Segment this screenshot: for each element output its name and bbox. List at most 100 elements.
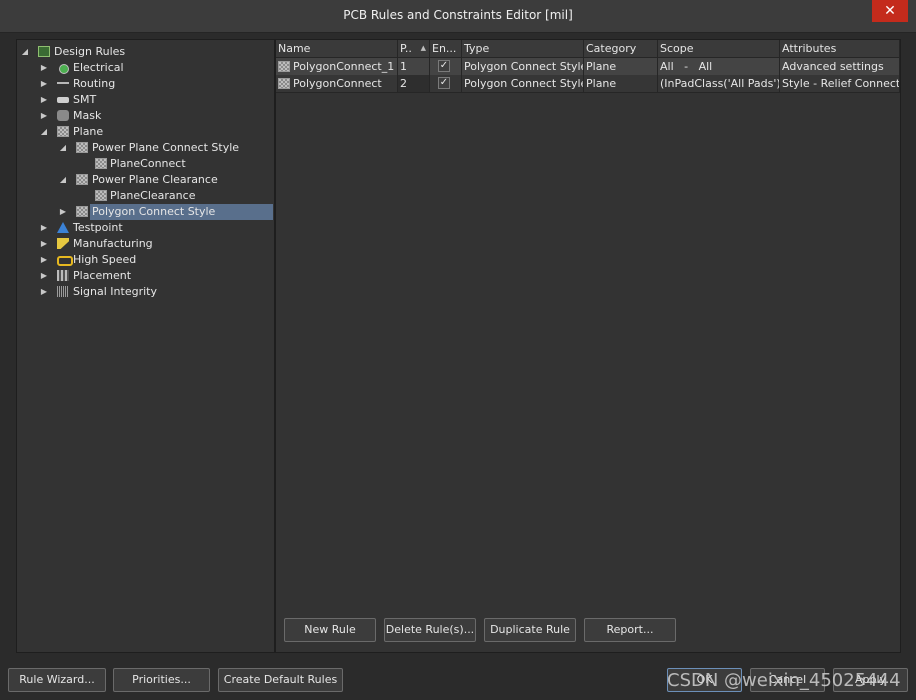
- signal-integrity-icon: [57, 286, 69, 297]
- rule-category-icon: [76, 206, 88, 217]
- cell-category[interactable]: Plane: [584, 58, 658, 75]
- collapse-icon[interactable]: ▶: [58, 204, 68, 220]
- rule-icon: [278, 78, 290, 89]
- cell-name[interactable]: PolygonConnect: [276, 75, 398, 92]
- tree-item-smt[interactable]: ▶ SMT: [17, 92, 267, 108]
- tree-item-planeconnect[interactable]: PlaneConnect: [17, 156, 267, 172]
- plane-icon: [57, 126, 69, 137]
- tree-item-design-rules[interactable]: ◢ Design Rules: [17, 44, 267, 60]
- rule-icon: [95, 158, 107, 169]
- column-header-category[interactable]: Category: [584, 40, 658, 57]
- window-title: PCB Rules and Constraints Editor [mil]: [343, 8, 573, 22]
- title-bar: PCB Rules and Constraints Editor [mil] ✕: [0, 0, 916, 33]
- column-header-type[interactable]: Type: [462, 40, 584, 57]
- expand-icon[interactable]: ◢: [58, 172, 68, 188]
- cell-scope[interactable]: (InPadClass('All Pads')): [658, 75, 780, 92]
- cell-type[interactable]: Polygon Connect Style: [462, 75, 584, 92]
- tree-item-electrical[interactable]: ▶ Electrical: [17, 60, 267, 76]
- report-button[interactable]: Report...: [584, 618, 676, 642]
- cell-priority[interactable]: 1: [398, 58, 430, 75]
- tree-item-label: Manufacturing: [73, 237, 153, 250]
- rule-name-text: PolygonConnect_1: [293, 60, 395, 73]
- rule-category-icon: [76, 142, 88, 153]
- rule-icon: [278, 61, 290, 72]
- rule-icon: [95, 190, 107, 201]
- cell-attributes[interactable]: Advanced settings: [780, 58, 900, 75]
- collapse-icon[interactable]: ▶: [39, 76, 49, 92]
- editor-body: ◢ Design Rules ▶ Electrical ▶ Routing ▶ …: [8, 36, 908, 658]
- tree-item-label: Signal Integrity: [73, 285, 157, 298]
- expand-icon[interactable]: ◢: [58, 140, 68, 156]
- tree-item-planeclearance[interactable]: PlaneClearance: [17, 188, 267, 204]
- collapse-icon[interactable]: ▶: [39, 252, 49, 268]
- rule-name-text: PolygonConnect: [293, 77, 382, 90]
- tree-item-testpoint[interactable]: ▶ Testpoint: [17, 220, 267, 236]
- column-header-scope[interactable]: Scope: [658, 40, 780, 57]
- collapse-icon[interactable]: ▶: [39, 60, 49, 76]
- collapse-icon[interactable]: ▶: [39, 236, 49, 252]
- tree-item-high-speed[interactable]: ▶ High Speed: [17, 252, 267, 268]
- duplicate-rule-button[interactable]: Duplicate Rule: [484, 618, 576, 642]
- cell-type[interactable]: Polygon Connect Style: [462, 58, 584, 75]
- collapse-icon[interactable]: ▶: [39, 92, 49, 108]
- tree-item-polygon-connect-style[interactable]: ▶ Polygon Connect Style: [17, 204, 274, 220]
- high-speed-icon: [57, 256, 73, 266]
- rule-wizard-button[interactable]: Rule Wizard...: [8, 668, 106, 692]
- tree-item-label: Testpoint: [73, 221, 123, 234]
- cell-enabled[interactable]: ✓: [430, 58, 462, 75]
- cell-enabled[interactable]: ✓: [430, 75, 462, 92]
- tree-item-plane[interactable]: ◢ Plane: [17, 124, 267, 140]
- tree-item-label: Routing: [73, 77, 116, 90]
- tree-item-label: Design Rules: [54, 45, 126, 58]
- electrical-icon: [59, 64, 69, 74]
- tree-item-power-plane-connect-style[interactable]: ◢ Power Plane Connect Style: [17, 140, 267, 156]
- rule-category-icon: [76, 174, 88, 185]
- table-row[interactable]: PolygonConnect_1 1 ✓ Polygon Connect Sty…: [276, 58, 900, 76]
- grid-header: Name P.. ▲ En... Type Category Scope Att…: [276, 40, 900, 58]
- enabled-checkbox[interactable]: ✓: [438, 77, 450, 89]
- rules-grid: Name P.. ▲ En... Type Category Scope Att…: [275, 39, 901, 653]
- create-default-rules-button[interactable]: Create Default Rules: [218, 668, 343, 692]
- watermark: CSDN @weixin_45025444: [667, 670, 901, 691]
- tree-item-label: Power Plane Connect Style: [92, 141, 240, 154]
- tree-item-placement[interactable]: ▶ Placement: [17, 268, 267, 284]
- tree-item-label: Power Plane Clearance: [92, 173, 218, 186]
- cell-scope[interactable]: All - All: [658, 58, 780, 75]
- placement-icon: [57, 270, 69, 281]
- tree-item-power-plane-clearance[interactable]: ◢ Power Plane Clearance: [17, 172, 267, 188]
- priorities-button[interactable]: Priorities...: [113, 668, 210, 692]
- cell-category[interactable]: Plane: [584, 75, 658, 92]
- close-icon: ✕: [884, 3, 896, 19]
- collapse-icon[interactable]: ▶: [39, 220, 49, 236]
- tree-item-label: Electrical: [73, 61, 124, 74]
- column-header-priority[interactable]: P.. ▲: [398, 40, 430, 57]
- enabled-checkbox[interactable]: ✓: [438, 60, 450, 72]
- expand-icon[interactable]: ◢: [20, 44, 30, 60]
- tree-item-label: Mask: [73, 109, 102, 122]
- close-button[interactable]: ✕: [872, 0, 908, 22]
- tree-item-label: High Speed: [73, 253, 137, 266]
- column-header-attributes[interactable]: Attributes: [780, 40, 900, 57]
- tree-item-manufacturing[interactable]: ▶ Manufacturing: [17, 236, 267, 252]
- cell-priority[interactable]: 2: [398, 75, 430, 92]
- tree-item-label: PlaneClearance: [110, 189, 196, 202]
- tree-item-mask[interactable]: ▶ Mask: [17, 108, 267, 124]
- collapse-icon[interactable]: ▶: [39, 108, 49, 124]
- mask-icon: [57, 110, 69, 121]
- rules-tree[interactable]: ◢ Design Rules ▶ Electrical ▶ Routing ▶ …: [16, 39, 275, 653]
- cell-attributes[interactable]: Style - Relief Connect: [780, 75, 900, 92]
- tree-item-routing[interactable]: ▶ Routing: [17, 76, 267, 92]
- tree-item-signal-integrity[interactable]: ▶ Signal Integrity: [17, 284, 267, 300]
- routing-icon: [57, 82, 69, 88]
- table-row[interactable]: PolygonConnect 2 ✓ Polygon Connect Style…: [276, 75, 900, 93]
- sort-ascending-icon: ▲: [420, 44, 426, 52]
- cell-name[interactable]: PolygonConnect_1: [276, 58, 398, 75]
- new-rule-button[interactable]: New Rule: [284, 618, 376, 642]
- collapse-icon[interactable]: ▶: [39, 268, 49, 284]
- collapse-icon[interactable]: ▶: [39, 284, 49, 300]
- column-header-name[interactable]: Name: [276, 40, 398, 57]
- delete-rules-button[interactable]: Delete Rule(s)...: [384, 618, 476, 642]
- column-header-enabled[interactable]: En...: [430, 40, 462, 57]
- tree-item-label: PlaneConnect: [110, 157, 186, 170]
- expand-icon[interactable]: ◢: [39, 124, 49, 140]
